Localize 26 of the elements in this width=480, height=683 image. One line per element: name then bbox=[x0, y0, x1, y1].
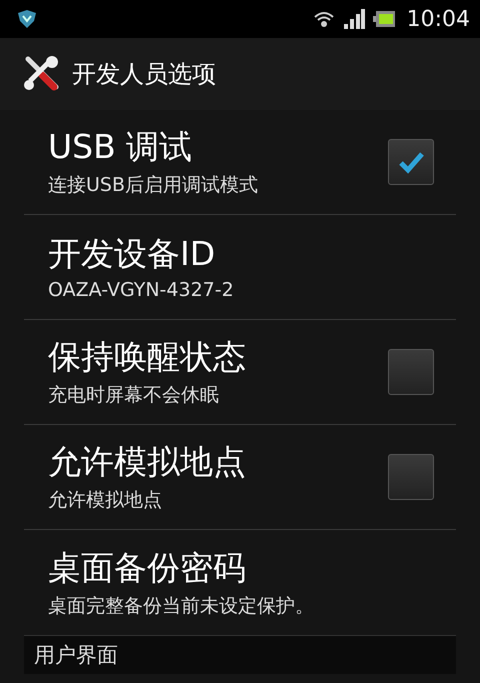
screen-title: 开发人员选项 bbox=[72, 59, 216, 90]
item-summary: 连接USB后启用调试模式 bbox=[48, 173, 260, 198]
item-title: 允许模拟地点 bbox=[48, 441, 247, 483]
checkbox[interactable] bbox=[388, 349, 434, 395]
clock-time: 10:04 bbox=[406, 6, 470, 32]
settings-item[interactable]: 保持唤醒状态 充电时屏幕不会休眠 bbox=[24, 320, 456, 425]
battery-icon bbox=[372, 11, 395, 27]
item-title: USB 调试 bbox=[48, 126, 194, 168]
item-title: 开发设备ID bbox=[48, 233, 216, 275]
item-summary: 允许模拟地点 bbox=[48, 488, 163, 513]
settings-item[interactable]: 允许模拟地点 允许模拟地点 bbox=[24, 425, 456, 530]
signal-icon bbox=[342, 9, 365, 29]
item-title: 桌面备份密码 bbox=[48, 546, 247, 588]
item-summary: OAZA-VGYN-4327-2 bbox=[48, 279, 235, 301]
item-summary: 充电时屏幕不会休眠 bbox=[48, 383, 220, 408]
wifi-icon bbox=[312, 9, 335, 29]
section-header: 用户界面 bbox=[24, 635, 456, 674]
shield-icon bbox=[16, 8, 38, 30]
item-title: 保持唤醒状态 bbox=[48, 336, 247, 378]
checkbox[interactable] bbox=[388, 139, 434, 185]
tools-icon bbox=[22, 55, 60, 93]
settings-item[interactable]: USB 调试 连接USB后启用调试模式 bbox=[24, 110, 456, 215]
settings-item[interactable]: 开发设备ID OAZA-VGYN-4327-2 bbox=[24, 215, 456, 320]
item-summary: 桌面完整备份当前未设定保护。 bbox=[48, 594, 315, 618]
settings-item[interactable]: 桌面备份密码 桌面完整备份当前未设定保护。 bbox=[24, 530, 456, 635]
checkbox[interactable] bbox=[388, 454, 434, 500]
